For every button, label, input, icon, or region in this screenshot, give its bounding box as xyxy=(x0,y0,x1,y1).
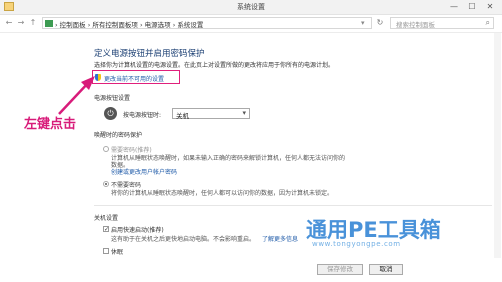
address-bar: ← → ↑ › 控制面板 › 所有控制面板项 › 电源选项 › 系统设置 ▾ ↻… xyxy=(0,15,502,33)
require-password-radio[interactable] xyxy=(103,146,109,152)
watermark-url: www.tongyongpe.com xyxy=(312,240,401,248)
page-description: 选择你为计算机设置的电源设置。在此页上对设置所做的更改将应用于你所有的电源计划。 xyxy=(94,62,335,69)
breadcrumb[interactable]: › 控制面板 › 所有控制面板项 › 电源选项 › 系统设置 ▾ xyxy=(42,17,372,29)
window-title: 系统设置 xyxy=(237,3,265,11)
power-action-select[interactable]: 关机 ▾ xyxy=(172,108,250,120)
close-button[interactable]: ✕ xyxy=(481,1,499,12)
no-password-radio[interactable] xyxy=(103,181,109,187)
require-password-desc: 计算机从睡眠状态唤醒时，如果未输入正确的密码来解锁计算机，任何人都无法访问你的 xyxy=(111,155,346,162)
cancel-button[interactable]: 取消 xyxy=(369,264,403,275)
search-icon[interactable]: ⌕ xyxy=(486,18,490,28)
up-button[interactable]: ↑ xyxy=(28,18,38,28)
change-settings-link[interactable]: 更改当前不可用的设置 xyxy=(104,74,164,83)
hibernate-checkbox[interactable] xyxy=(103,248,109,254)
power-button-label: 按电源按钮时: xyxy=(123,112,162,119)
chevron-down-icon[interactable]: ▾ xyxy=(361,19,365,27)
back-button[interactable]: ← xyxy=(4,18,14,28)
save-button[interactable]: 保存修改 xyxy=(317,264,363,275)
power-icon: ⏻ xyxy=(104,107,117,120)
password-heading: 唤醒时的密码保护 xyxy=(94,132,143,139)
create-password-link[interactable]: 创建或更改用户帐户密码 xyxy=(111,167,177,176)
annotation-arrow-icon xyxy=(58,76,95,115)
control-panel-icon xyxy=(45,20,53,27)
hibernate-label[interactable]: 休眠 xyxy=(111,247,123,256)
learn-more-link[interactable]: 了解更多信息 xyxy=(262,234,298,243)
shutdown-heading: 关机设置 xyxy=(94,215,119,222)
scrollbar[interactable] xyxy=(494,33,501,258)
fast-startup-label[interactable]: 启用快速启动(推荐) xyxy=(111,225,164,234)
no-password-desc: 将你的计算机从睡眠状态唤醒时，任何人都可以访问你的数据，因为计算机未锁定。 xyxy=(111,190,334,197)
search-placeholder: 搜索控制面板 xyxy=(396,21,435,29)
breadcrumb-path[interactable]: › 控制面板 › 所有控制面板项 › 电源选项 › 系统设置 xyxy=(55,19,203,29)
forward-button[interactable]: → xyxy=(16,18,26,28)
divider xyxy=(94,205,492,206)
maximize-button[interactable]: ☐ xyxy=(463,1,481,12)
window-titlebar: 系统设置 — ☐ ✕ xyxy=(0,0,502,15)
refresh-icon[interactable]: ↻ xyxy=(374,17,386,29)
fast-startup-desc: 这有助于在关机之后更快地启动电脑。不会影响重启。 xyxy=(111,236,256,243)
search-input[interactable]: 搜索控制面板 ⌕ xyxy=(390,17,494,29)
chevron-down-icon: ▾ xyxy=(242,109,246,117)
page-title: 定义电源按钮并启用密码保护 xyxy=(94,49,205,59)
fast-startup-checkbox[interactable]: ✓ xyxy=(103,226,109,233)
power-action-value: 关机 xyxy=(176,112,189,120)
minimize-button[interactable]: — xyxy=(445,1,463,12)
